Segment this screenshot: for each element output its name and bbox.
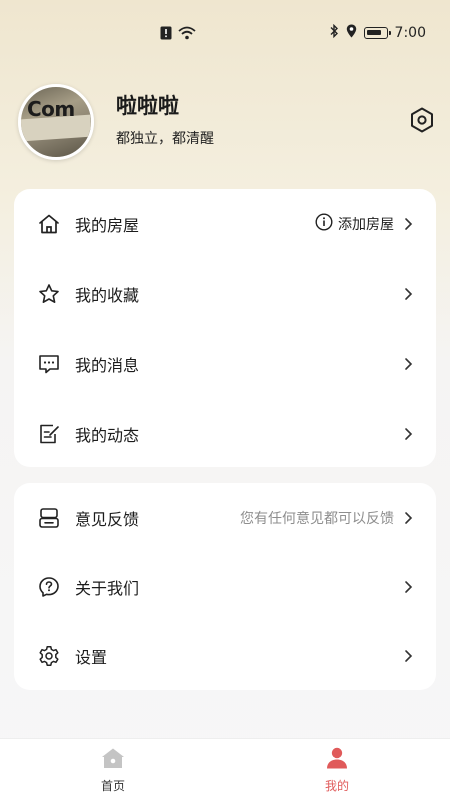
gear-icon <box>38 645 60 667</box>
menu-item-label: 意见反馈 <box>75 509 140 529</box>
menu-item-label: 关于我们 <box>75 578 140 598</box>
profile-name: 啦啦啦 <box>116 94 179 118</box>
house-icon <box>38 213 60 235</box>
profile-header: Com 啦啦啦 都独立，都清醒 <box>18 84 436 164</box>
chevron-right-icon <box>404 649 414 663</box>
bluetooth-icon <box>329 23 339 42</box>
avatar[interactable]: Com <box>18 84 94 160</box>
avatar-text: Com <box>27 97 75 121</box>
add-house-label: 添加房屋 <box>338 217 394 233</box>
tab-home-label: 首页 <box>100 779 125 793</box>
location-icon <box>346 24 357 42</box>
menu-item-about-us[interactable]: 关于我们 <box>14 552 436 621</box>
status-time: 7:00 <box>394 25 426 41</box>
chevron-right-icon <box>404 511 414 525</box>
menu-item-label: 我的房屋 <box>75 216 140 235</box>
info-icon <box>315 213 333 235</box>
add-house-action[interactable]: 添加房屋 <box>315 213 394 235</box>
menu-item-label: 我的收藏 <box>75 286 140 305</box>
chevron-right-icon <box>404 217 414 231</box>
message-icon <box>38 353 60 375</box>
menu-item-label: 我的动态 <box>75 426 140 445</box>
star-icon <box>38 283 60 305</box>
bottom-tab-bar: 首页 我的 <box>0 738 450 800</box>
menu-item-settings[interactable]: 设置 <box>14 621 436 690</box>
menu-item-label: 我的消息 <box>75 356 140 375</box>
alert-icon <box>160 25 172 44</box>
wifi-icon <box>178 25 196 44</box>
tab-home[interactable]: 首页 <box>73 747 153 794</box>
edit-note-icon <box>38 423 60 445</box>
home-icon <box>101 747 125 773</box>
tab-mine-label: 我的 <box>324 779 349 793</box>
chevron-right-icon <box>404 580 414 594</box>
menu-item-label: 设置 <box>75 647 108 667</box>
status-bar: 7:00 <box>0 0 450 66</box>
menu-card-primary: 我的房屋 添加房屋 我的收藏 我的消息 我的动态 <box>14 189 436 467</box>
question-icon <box>38 576 60 598</box>
feedback-icon <box>38 507 60 529</box>
chevron-right-icon <box>404 357 414 371</box>
battery-icon <box>363 27 391 39</box>
chevron-right-icon <box>404 287 414 301</box>
tab-mine[interactable]: 我的 <box>297 747 377 794</box>
settings-hex-button[interactable] <box>408 107 436 137</box>
menu-item-activity[interactable]: 我的动态 <box>14 399 436 469</box>
hexagon-settings-icon <box>409 107 435 137</box>
menu-card-secondary: 意见反馈 您有任何意见都可以反馈 关于我们 设置 <box>14 483 436 690</box>
feedback-hint: 您有任何意见都可以反馈 <box>240 510 394 527</box>
profile-bio: 都独立，都清醒 <box>116 131 214 147</box>
menu-item-feedback[interactable]: 意见反馈 您有任何意见都可以反馈 <box>14 483 436 552</box>
menu-item-messages[interactable]: 我的消息 <box>14 329 436 399</box>
menu-item-favorites[interactable]: 我的收藏 <box>14 259 436 329</box>
person-icon <box>325 747 349 773</box>
chevron-right-icon <box>404 427 414 441</box>
menu-item-my-house[interactable]: 我的房屋 添加房屋 <box>14 189 436 259</box>
